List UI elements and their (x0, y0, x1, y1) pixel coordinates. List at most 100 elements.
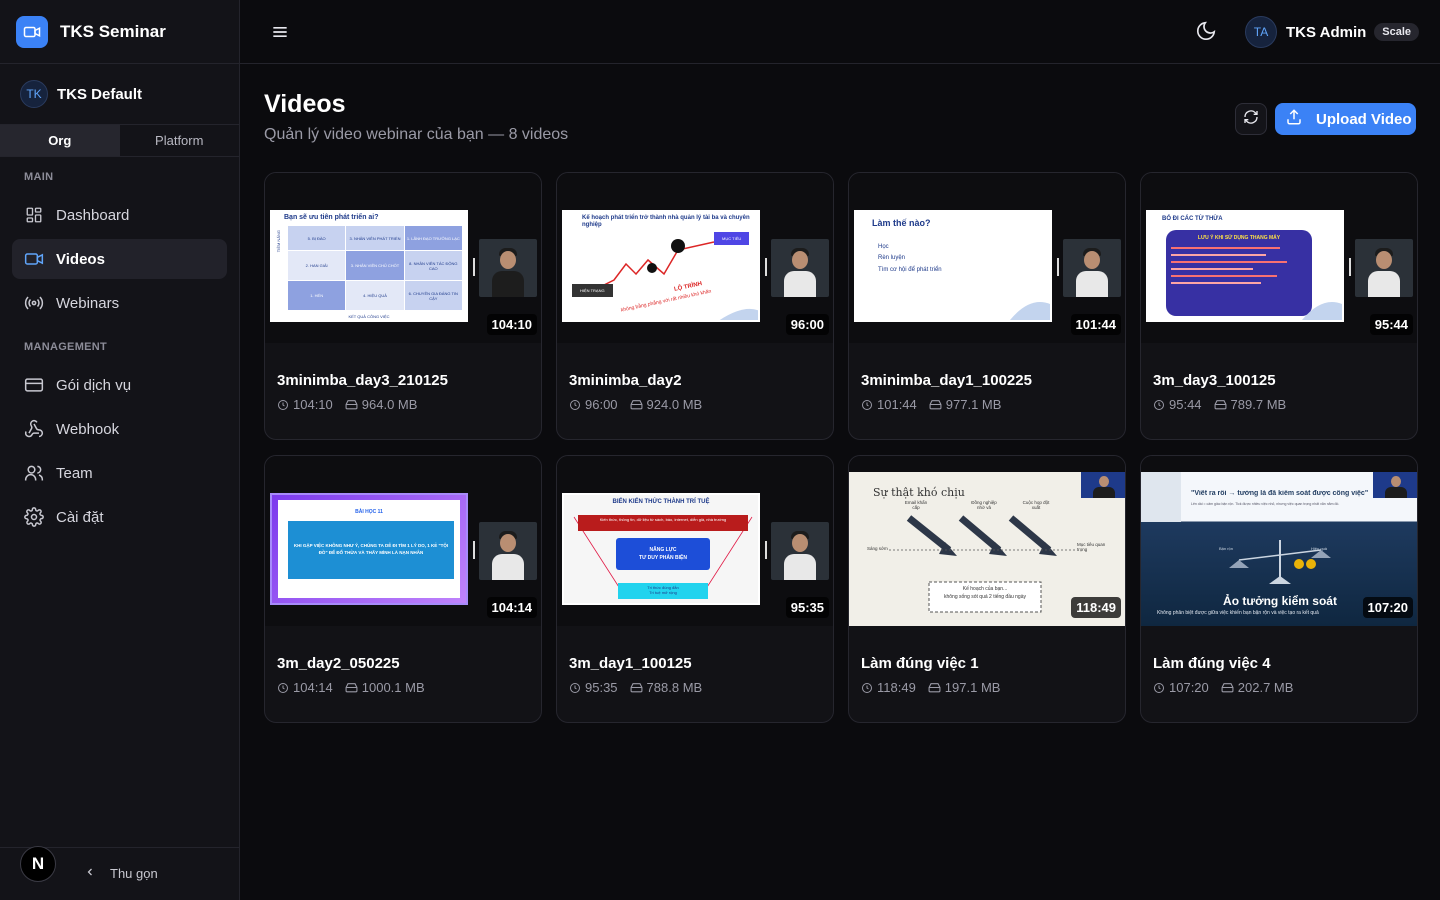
page-subtitle: Quản lý video webinar của bạn — 8 videos (264, 126, 569, 143)
video-title[interactable]: 3m_day1_100125 (569, 655, 692, 672)
video-duration: 95:35 (585, 680, 618, 695)
sidebar: TKS Seminar TK TKS Default Org Platform … (0, 0, 240, 900)
slide-footer: KẾT QUẢ CÔNG VIỆC (348, 314, 390, 319)
slide-heading: Bạn sẽ ưu tiên phát triển ai? (284, 214, 379, 221)
video-duration: 101:44 (877, 397, 917, 412)
video-size: 789.7 MB (1230, 397, 1287, 412)
tab-org[interactable]: Org (0, 125, 120, 156)
video-size: 202.7 MB (1237, 680, 1294, 695)
divider (1349, 258, 1351, 276)
slide-cell: 8. NHÂN VIÊN TÁC ĐỘNG CAO (404, 251, 462, 280)
slide-heading: Làm thế nào? (872, 218, 931, 228)
slide-bullet: Học (878, 244, 889, 250)
user-menu[interactable]: TA TKS Admin Scale (1245, 16, 1420, 48)
video-title[interactable]: 3m_day3_100125 (1153, 372, 1276, 389)
slide-middle-line: NĂNG LỰC (649, 547, 677, 553)
slide-axis-label: TIỀM NĂNG (276, 230, 281, 253)
video-card[interactable]: "Viết ra rồi → tưởng là đã kiểm soát đượ… (1140, 455, 1418, 723)
sidebar-item-dashboard[interactable]: Dashboard (12, 195, 227, 235)
slide-body: KHI GẶP VIỆC KHÔNG NHƯ Ý, CHÚNG TA DỄ ĐI… (288, 521, 454, 579)
storage-icon (630, 683, 643, 693)
collapse-button[interactable]: Thu gọn (84, 866, 158, 881)
video-title[interactable]: Làm đúng việc 4 (1153, 655, 1271, 672)
avatar: TA (1245, 16, 1277, 48)
video-icon (24, 249, 44, 269)
sidebar-item-videos[interactable]: Videos (12, 239, 227, 279)
video-thumbnail[interactable]: BỎ ĐI CÁC TỪ THỪA LƯU Ý KHI SỬ DỤNG THAN… (1141, 173, 1417, 343)
slide-top-box: Kiến thức, thông tin, dữ liệu từ sách, b… (578, 515, 748, 531)
sidebar-item-label: Dashboard (56, 206, 130, 224)
video-duration: 96:00 (585, 397, 618, 412)
video-size: 977.1 MB (945, 397, 1002, 412)
sidebar-item-label: Webhook (56, 420, 120, 438)
duration-badge: 95:35 (785, 597, 829, 618)
video-title[interactable]: 3minimba_day2 (569, 372, 682, 389)
video-thumbnail[interactable]: BIẾN KIẾN THỨC THÀNH TRÍ TUỆ Kiến thức, … (557, 456, 833, 626)
video-title[interactable]: Làm đúng việc 1 (861, 655, 979, 672)
moon-icon[interactable] (1195, 20, 1217, 42)
slide-decoration (1010, 302, 1050, 320)
duration-badge: 95:44 (1369, 314, 1413, 335)
slide-caption-line: không sống sót quá 2 tiếng đầu ngày (943, 593, 1026, 600)
upload-video-button[interactable]: Upload Video (1275, 103, 1416, 135)
video-card[interactable]: Làm thế nào? Học Rèn luyện Tìm cơ hội để… (848, 172, 1126, 440)
video-meta: 101:44 977.1 MB (861, 397, 1001, 412)
sidebar-item-settings[interactable]: Cài đặt (12, 497, 227, 537)
sidebar-item-label: Cài đặt (56, 508, 104, 526)
video-thumbnail[interactable]: Sự thật khó chịu Email khẩn cấp Đồng ngh… (849, 456, 1125, 626)
slide-middle-line: TƯ DUY PHẢN BIỆN (639, 555, 687, 561)
slide-grid: 5. BỊ ĐÀO 3. NHÂN VIÊN PHÁT TRIỂN 1. LÃN… (288, 226, 462, 310)
chevron-left-icon (84, 866, 96, 881)
video-camera-icon (16, 15, 48, 48)
duration-badge: 101:44 (1070, 314, 1121, 335)
video-card[interactable]: BỎ ĐI CÁC TỪ THỪA LƯU Ý KHI SỬ DỤNG THAN… (1140, 172, 1418, 440)
slide-preview: BIẾN KIẾN THỨC THÀNH TRÍ TUỆ Kiến thức, … (562, 493, 760, 605)
roadmap-graphic (593, 239, 758, 320)
storage-icon (1221, 683, 1234, 693)
sidebar-item-label: Videos (56, 250, 105, 268)
speaker-camera (479, 522, 537, 580)
slide-preview: Kế hoạch phát triển trở thành nhà quản l… (562, 210, 760, 322)
video-title[interactable]: 3m_day2_050225 (277, 655, 400, 672)
slide-caption: Không phân biệt được giữa việc khiến bạn… (1157, 610, 1319, 616)
duration-badge: 104:10 (486, 314, 537, 335)
video-thumbnail[interactable]: Bạn sẽ ưu tiên phát triển ai? TIỀM NĂNG … (265, 173, 541, 343)
dashboard-icon (24, 205, 44, 225)
sidebar-item-team[interactable]: Team (12, 453, 227, 493)
refresh-button[interactable] (1235, 103, 1267, 135)
sidebar-item-label: Team (56, 464, 93, 482)
video-size: 197.1 MB (944, 680, 1001, 695)
video-duration: 104:14 (293, 680, 333, 695)
video-card[interactable]: Sự thật khó chịu Email khẩn cấp Đồng ngh… (848, 455, 1126, 723)
storage-icon (929, 400, 942, 410)
sidebar-item-webinars[interactable]: Webinars (12, 283, 227, 323)
video-meta: 95:44 789.7 MB (1153, 397, 1286, 412)
n-logo-badge[interactable]: N (20, 846, 56, 882)
sidebar-item-webhook[interactable]: Webhook (12, 409, 227, 449)
video-thumbnail[interactable]: Kế hoạch phát triển trở thành nhà quản l… (557, 173, 833, 343)
video-title[interactable]: 3minimba_day3_210125 (277, 372, 448, 389)
sidebar-footer: N Thu gọn (0, 846, 239, 900)
slide-bottom-box: Tri thức đúng đắn Trí tuệ mở rộng (618, 583, 708, 599)
brand[interactable]: TKS Seminar (0, 0, 239, 64)
broadcast-icon (24, 293, 44, 313)
video-size: 1000.1 MB (361, 680, 425, 695)
sidebar-item-plans[interactable]: Gói dịch vụ (12, 365, 227, 405)
slide-caption: Kế hoạch của bạn... không sống sót quá 2… (929, 586, 1041, 601)
slide-start-label: HIỆN TRẠNG (572, 284, 613, 297)
section-label-management: MANAGEMENT (24, 341, 108, 353)
video-card[interactable]: Bạn sẽ ưu tiên phát triển ai? TIỀM NĂNG … (264, 172, 542, 440)
video-thumbnail[interactable]: Làm thế nào? Học Rèn luyện Tìm cơ hội để… (849, 173, 1125, 343)
video-card[interactable]: BÀI HỌC 11 KHI GẶP VIỆC KHÔNG NHƯ Ý, CHÚ… (264, 455, 542, 723)
tab-platform[interactable]: Platform (120, 125, 240, 156)
video-title[interactable]: 3minimba_day1_100225 (861, 372, 1032, 389)
slide-label: Cuộc họp đột xuất (1022, 500, 1050, 510)
video-thumbnail[interactable]: "Viết ra rồi → tưởng là đã kiểm soát đượ… (1141, 456, 1417, 626)
workspace-switcher[interactable]: TK TKS Default (0, 64, 239, 125)
plan-badge: Scale (1374, 23, 1420, 41)
menu-icon[interactable] (270, 22, 290, 42)
video-card[interactable]: Kế hoạch phát triển trở thành nhà quản l… (556, 172, 834, 440)
video-card[interactable]: BIẾN KIẾN THỨC THÀNH TRÍ TUỆ Kiến thức, … (556, 455, 834, 723)
slide-preview: BỎ ĐI CÁC TỪ THỪA LƯU Ý KHI SỬ DỤNG THAN… (1146, 210, 1344, 322)
video-thumbnail[interactable]: BÀI HỌC 11 KHI GẶP VIỆC KHÔNG NHƯ Ý, CHÚ… (265, 456, 541, 626)
